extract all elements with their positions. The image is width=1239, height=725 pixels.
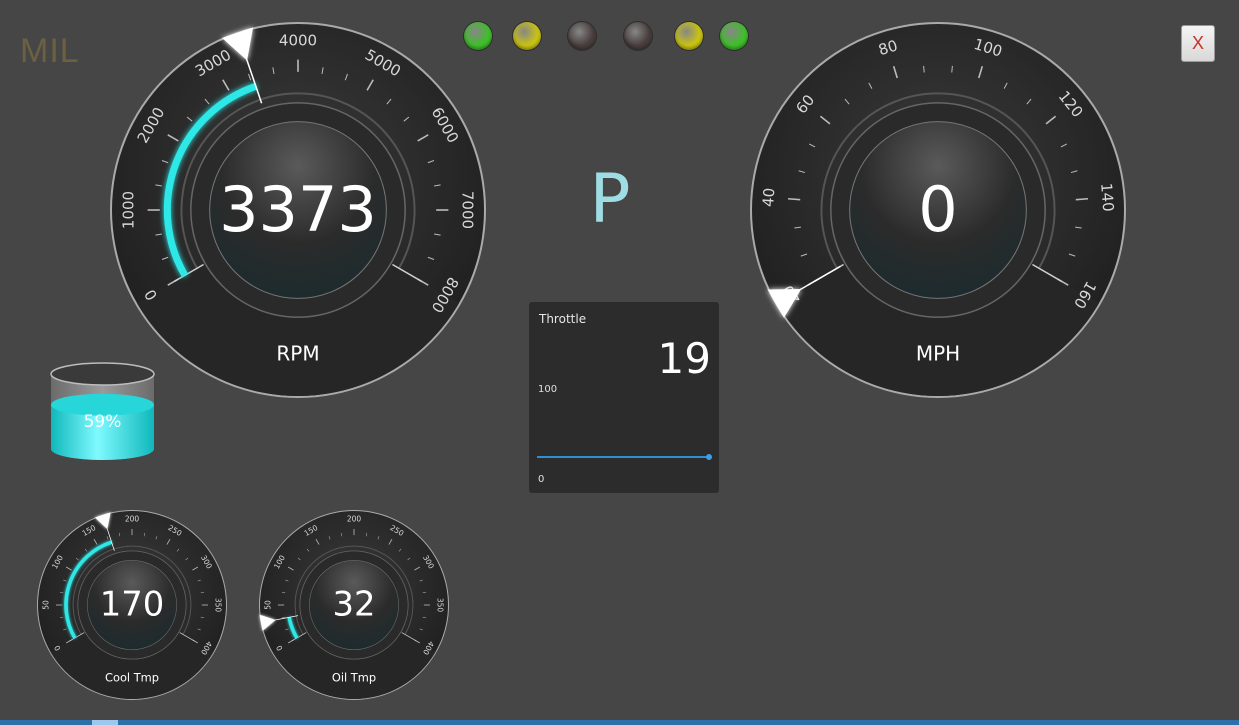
throttle-title: Throttle bbox=[539, 312, 587, 326]
bottom-bar-tab[interactable] bbox=[92, 720, 118, 725]
speed-value-readout: 0 bbox=[918, 173, 957, 246]
oil-temp-gauge: 05010015020025030035040032Oil Tmp bbox=[259, 510, 449, 700]
speed-tick-mark bbox=[951, 65, 953, 73]
fuel-level-cylinder: 59% bbox=[50, 362, 155, 460]
dashboard-screen: MIL X P 0 1000 2000 3000 4000 5000 6000 7000 800… bbox=[0, 0, 1239, 725]
indicator-light-3 bbox=[568, 22, 596, 50]
rpm-tick-label: 4000 bbox=[279, 31, 317, 49]
speed-tick-mark bbox=[923, 65, 925, 73]
oil-unit-label: Oil Tmp bbox=[332, 671, 376, 685]
speed-tick-label: 140 bbox=[1097, 182, 1117, 212]
oil-tick-label: 350 bbox=[436, 598, 445, 613]
indicator-lights bbox=[464, 22, 764, 54]
speed-tick-mark bbox=[787, 197, 801, 201]
fuel-percent-label: 59% bbox=[84, 412, 122, 432]
indicator-light-4 bbox=[624, 22, 652, 50]
speed-tick-mark bbox=[1075, 197, 1089, 201]
speed-gauge: 204060801001201401600MPH bbox=[750, 22, 1126, 398]
speed-unit-label: MPH bbox=[916, 341, 960, 365]
throttle-value: 19 bbox=[657, 334, 711, 383]
rpm-unit-label: RPM bbox=[276, 341, 319, 365]
rpm-value-readout: 3373 bbox=[219, 173, 377, 246]
coolant-tick-label: 200 bbox=[125, 515, 140, 524]
indicator-light-5 bbox=[675, 22, 703, 50]
throttle-slider-handle[interactable] bbox=[706, 454, 712, 460]
oil-tick-label: 50 bbox=[264, 600, 273, 610]
gear-indicator: P bbox=[589, 160, 631, 239]
throttle-slider-track[interactable] bbox=[537, 456, 709, 458]
mil-indicator: MIL bbox=[20, 32, 80, 70]
coolant-tick-label: 350 bbox=[214, 598, 223, 613]
coolant-temp-gauge: 050100150200250300350400170Cool Tmp bbox=[37, 510, 227, 700]
oil-tick-label: 200 bbox=[347, 515, 362, 524]
fuel-top-rim bbox=[50, 362, 155, 386]
indicator-light-2 bbox=[513, 22, 541, 50]
bottom-bar bbox=[0, 720, 1239, 725]
close-button[interactable]: X bbox=[1181, 25, 1215, 62]
rpm-tick-label: 7000 bbox=[459, 191, 477, 229]
oil-value-readout: 32 bbox=[332, 585, 375, 624]
throttle-panel: Throttle 19 100 0 bbox=[529, 302, 719, 493]
coolant-tick-label: 50 bbox=[42, 600, 51, 610]
rpm-tick-label: 1000 bbox=[119, 191, 137, 229]
speed-tick-label: 40 bbox=[759, 187, 778, 207]
indicator-light-6 bbox=[720, 22, 748, 50]
throttle-min-label: 0 bbox=[538, 474, 545, 485]
throttle-max-label: 100 bbox=[538, 384, 558, 395]
coolant-unit-label: Cool Tmp bbox=[105, 671, 159, 685]
rpm-gauge: 0100020003000400050006000700080003373RPM bbox=[110, 22, 486, 398]
coolant-value-readout: 170 bbox=[100, 585, 165, 624]
